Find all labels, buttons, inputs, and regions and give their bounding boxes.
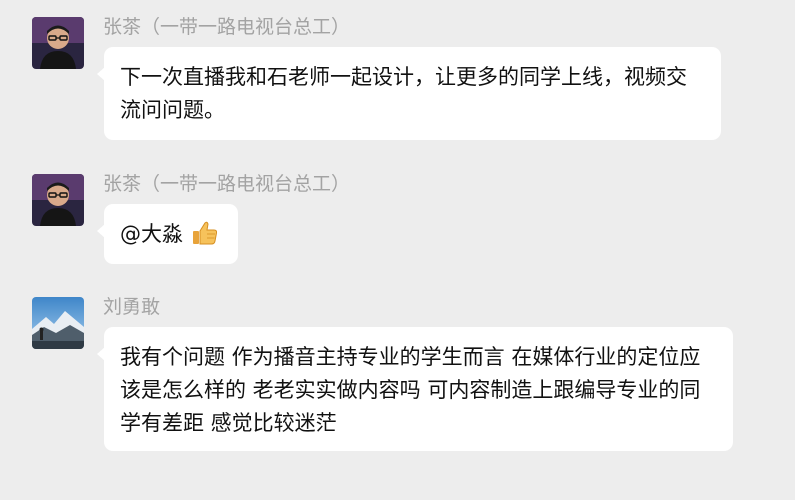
message-text: 下一次直播我和石老师一起设计，让更多的同学上线，视频交流问问题。 xyxy=(120,65,687,122)
thumbs-up-icon xyxy=(191,219,219,247)
chat-message-list: 张茶（一带一路电视台总工） 下一次直播我和石老师一起设计，让更多的同学上线，视频… xyxy=(0,0,795,500)
sender-name: 张茶（一带一路电视台总工） xyxy=(103,16,351,38)
man-glasses-avatar-icon xyxy=(32,17,84,69)
message-bubble[interactable]: 下一次直播我和石老师一起设计，让更多的同学上线，视频交流问问题。 xyxy=(97,47,721,140)
sender-name: 刘勇敢 xyxy=(103,296,161,318)
chat-message: 刘勇敢 我有个问题 作为播音主持专业的学生而言 在媒体行业的定位应该是怎么样的 … xyxy=(0,296,795,453)
sender-name: 张茶（一带一路电视台总工） xyxy=(103,173,351,195)
message-text: 我有个问题 作为播音主持专业的学生而言 在媒体行业的定位应该是怎么样的 老老实实… xyxy=(120,345,701,435)
avatar[interactable] xyxy=(32,297,84,349)
chat-message: 张茶（一带一路电视台总工） @大淼 xyxy=(0,173,795,266)
message-bubble[interactable]: @大淼 xyxy=(97,204,238,264)
mountain-landscape-avatar-icon xyxy=(32,297,84,349)
avatar[interactable] xyxy=(32,17,84,69)
message-text: @大淼 xyxy=(120,222,183,246)
chat-message: 张茶（一带一路电视台总工） 下一次直播我和石老师一起设计，让更多的同学上线，视频… xyxy=(0,16,795,142)
man-glasses-avatar-icon xyxy=(32,174,84,226)
message-bubble[interactable]: 我有个问题 作为播音主持专业的学生而言 在媒体行业的定位应该是怎么样的 老老实实… xyxy=(97,327,733,451)
avatar[interactable] xyxy=(32,174,84,226)
